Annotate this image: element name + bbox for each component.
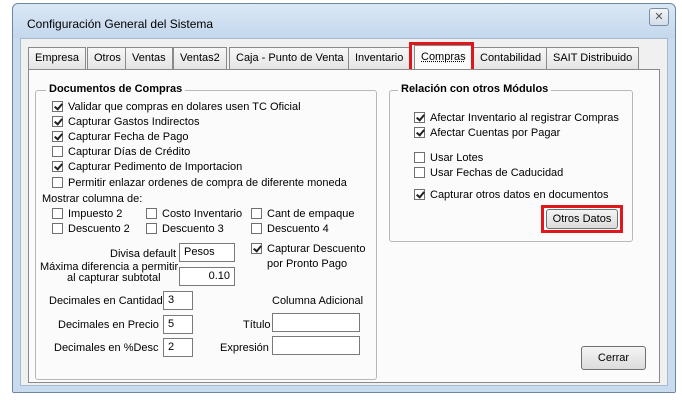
checkbox-icon <box>414 167 425 178</box>
decimales-cantidad-field[interactable]: 3 <box>163 291 193 310</box>
checkbox-icon <box>414 112 425 123</box>
checkbox-icon <box>52 177 63 188</box>
window-client-area: Empresa Otros Ventas Ventas2 Caja - Punt… <box>20 38 668 386</box>
highlight-otros-datos <box>541 205 623 233</box>
chk-dias-de-credito[interactable]: Capturar Días de Crédito <box>52 146 190 159</box>
chk-afectar-inventario[interactable]: Afectar Inventario al registrar Compras <box>414 112 619 125</box>
title-bar: Configuración General del Sistema ✕ <box>13 4 675 38</box>
expresion-label: Expresión <box>220 342 269 354</box>
tab-caja-punto-de-venta[interactable]: Caja - Punto de Venta <box>229 47 351 69</box>
titulo-field[interactable] <box>272 313 360 332</box>
chk-costo-inventario[interactable]: Costo Inventario <box>146 208 242 221</box>
decimales-precio-label: Decimales en Precio <box>58 319 159 331</box>
chk-capturar-descuento-pronto-pago[interactable]: Capturar Descuento <box>251 243 365 256</box>
chk-gastos-indirectos[interactable]: Capturar Gastos Indirectos <box>52 116 199 129</box>
decimales-desc-field[interactable]: 2 <box>163 338 193 357</box>
checkbox-icon <box>52 161 63 172</box>
max-diferencia-label-line2: al capturar subtotal <box>67 272 161 284</box>
decimales-precio-field[interactable]: 5 <box>163 315 193 334</box>
config-window: Configuración General del Sistema ✕ Empr… <box>12 3 676 393</box>
checkbox-icon <box>251 243 262 254</box>
documentos-compras-title: Documentos de Compras <box>46 83 186 95</box>
chk-descuento-3[interactable]: Descuento 3 <box>146 223 224 236</box>
checkbox-icon <box>251 223 262 234</box>
checkbox-icon <box>52 101 63 112</box>
checkbox-icon <box>52 223 63 234</box>
divisa-default-field[interactable]: Pesos <box>179 243 235 262</box>
chk-descuento-2[interactable]: Descuento 2 <box>52 223 130 236</box>
highlight-compras-tab <box>409 42 474 72</box>
checkbox-icon <box>52 146 63 157</box>
tab-ventas2[interactable]: Ventas2 <box>173 47 227 69</box>
documentos-compras-group: Documentos de Compras Validar que compra… <box>35 83 377 380</box>
tab-sait-distribuido[interactable]: SAIT Distribuido <box>546 47 640 69</box>
checkbox-icon <box>52 208 63 219</box>
expresion-field[interactable] <box>272 336 360 355</box>
max-diferencia-field[interactable]: 0.10 <box>179 267 235 286</box>
tab-contabilidad[interactable]: Contabilidad <box>473 47 549 69</box>
tab-empresa[interactable]: Empresa <box>28 47 87 69</box>
chk-pedimento-importacion[interactable]: Capturar Pedimento de Importacion <box>52 161 242 174</box>
checkbox-icon <box>146 208 157 219</box>
tab-panel-compras: Documentos de Compras Validar que compra… <box>28 69 660 383</box>
checkbox-icon <box>146 223 157 234</box>
chk-usar-fechas-caducidad[interactable]: Usar Fechas de Caducidad <box>414 167 563 180</box>
titulo-label: Título <box>243 319 271 331</box>
chk-descuento-4[interactable]: Descuento 4 <box>251 223 329 236</box>
capturar-descuento-label-line2: por Pronto Pago <box>267 258 348 270</box>
columna-adicional-label: Columna Adicional <box>272 295 364 307</box>
checkbox-icon <box>414 152 425 163</box>
tab-otros[interactable]: Otros <box>87 47 128 69</box>
close-button[interactable]: ✕ <box>649 8 669 26</box>
checkbox-icon <box>414 189 425 200</box>
mostrar-columna-label: Mostrar columna de: <box>42 193 143 205</box>
chk-fecha-de-pago[interactable]: Capturar Fecha de Pago <box>52 131 188 144</box>
relacion-modulos-title: Relación con otros Módulos <box>398 83 552 95</box>
tab-inventario[interactable]: Inventario <box>348 47 411 69</box>
decimales-cantidad-label: Decimales en Cantidad <box>49 295 163 307</box>
chk-validar-tc-oficial[interactable]: Validar que compras en dolares usen TC O… <box>52 101 301 114</box>
chk-impuesto-2[interactable]: Impuesto 2 <box>52 208 122 221</box>
window-title: Configuración General del Sistema <box>27 17 214 31</box>
tab-ventas[interactable]: Ventas <box>125 47 173 69</box>
decimales-desc-label: Decimales en %Desc <box>54 342 159 354</box>
relacion-modulos-group: Relación con otros Módulos Afectar Inven… <box>389 83 633 242</box>
divisa-default-label: Divisa default <box>110 248 177 260</box>
checkbox-icon <box>414 127 425 138</box>
cerrar-button[interactable]: Cerrar <box>581 346 646 370</box>
chk-cant-de-empaque[interactable]: Cant de empaque <box>251 208 354 221</box>
checkbox-icon <box>251 208 262 219</box>
checkbox-icon <box>52 131 63 142</box>
chk-afectar-cuentas-por-pagar[interactable]: Afectar Cuentas por Pagar <box>414 127 560 140</box>
chk-usar-lotes[interactable]: Usar Lotes <box>414 152 483 165</box>
chk-capturar-otros-datos[interactable]: Capturar otros datos en documentos <box>414 189 609 202</box>
chk-enlazar-ordenes-moneda[interactable]: Permitir enlazar ordenes de compra de di… <box>52 177 347 190</box>
checkbox-icon <box>52 116 63 127</box>
